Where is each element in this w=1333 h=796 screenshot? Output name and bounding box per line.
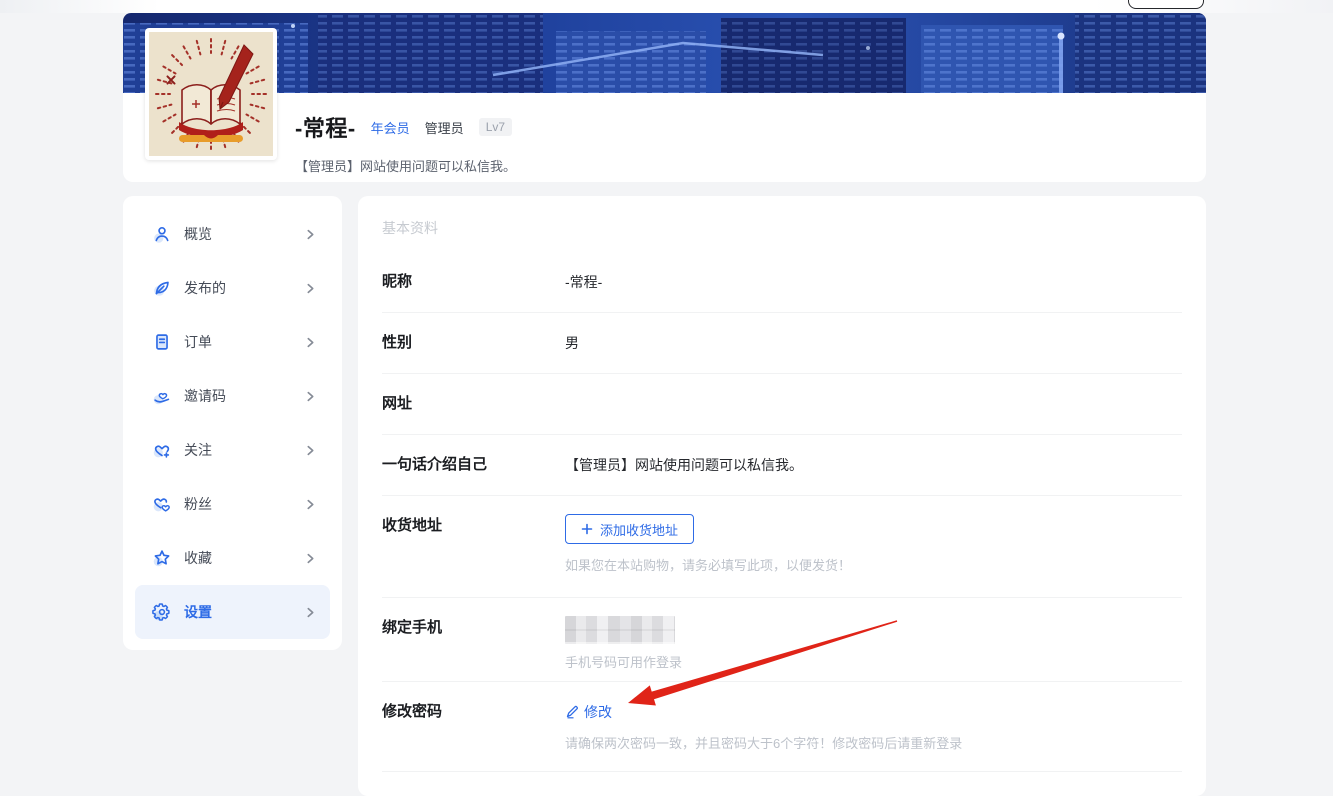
add-address-button-label: 添加收货地址 bbox=[600, 522, 679, 538]
sidebar-item-label: 关注 bbox=[184, 442, 212, 458]
chevron-right-icon bbox=[305, 553, 316, 564]
sidebar-item-label: 订单 bbox=[184, 334, 212, 350]
sidebar-item-invite-code[interactable]: 邀请码 bbox=[135, 369, 330, 423]
double-heart-icon bbox=[151, 493, 173, 515]
sidebar-item-label: 邀请码 bbox=[184, 388, 226, 404]
field-row-password: 修改密码 修改 请确保两次密码一致，并且密码大于6个字符！修改密码后请重新登录 bbox=[382, 682, 1182, 772]
pencil-icon bbox=[565, 705, 579, 719]
sidebar-item-fans[interactable]: 粉丝 bbox=[135, 477, 330, 531]
field-label: 收货地址 bbox=[382, 517, 443, 534]
order-icon bbox=[151, 331, 173, 353]
avatar bbox=[145, 28, 277, 160]
plus-icon bbox=[581, 523, 593, 535]
phone-hint: 手机号码可用作登录 bbox=[565, 655, 683, 670]
top-cutoff-button[interactable] bbox=[1128, 0, 1204, 9]
field-row-website: 网址 bbox=[382, 374, 1182, 435]
sidebar-item-label: 粉丝 bbox=[184, 496, 212, 512]
field-label: 绑定手机 bbox=[382, 619, 443, 636]
heart-plus-icon bbox=[151, 439, 173, 461]
field-row-nickname: 昵称 -常程- bbox=[382, 252, 1182, 313]
sidebar-item-settings[interactable]: 设置 bbox=[135, 585, 330, 639]
field-row-gender: 性别 男 bbox=[382, 313, 1182, 374]
field-label: 性别 bbox=[382, 334, 413, 351]
field-label: 网址 bbox=[382, 395, 413, 412]
section-title: 基本资料 bbox=[382, 220, 438, 236]
sidebar-item-posts[interactable]: 发布的 bbox=[135, 261, 330, 315]
user-bio: 【管理员】网站使用问题可以私信我。 bbox=[295, 159, 517, 174]
chevron-right-icon bbox=[305, 391, 316, 402]
sidebar-item-label: 收藏 bbox=[184, 550, 212, 566]
gender-value: 男 bbox=[565, 335, 579, 351]
chevron-right-icon bbox=[305, 607, 316, 618]
sidebar-item-label: 概览 bbox=[184, 226, 212, 242]
user-icon bbox=[151, 223, 173, 245]
field-row-intro: 一句话介绍自己 【管理员】网站使用问题可以私信我。 bbox=[382, 435, 1182, 496]
sidebar-item-following[interactable]: 关注 bbox=[135, 423, 330, 477]
sidebar-item-overview[interactable]: 概览 bbox=[135, 207, 330, 261]
profile-header-card: -常程- 年会员 管理员 Lv7 【管理员】网站使用问题可以私信我。 bbox=[123, 13, 1206, 182]
sidebar-item-orders[interactable]: 订单 bbox=[135, 315, 330, 369]
masked-phone-number bbox=[565, 616, 675, 644]
field-row-address: 收货地址 添加收货地址 如果您在本站购物，请务必填写此项，以便发货！ bbox=[382, 496, 1182, 598]
change-password-link-label: 修改 bbox=[584, 704, 612, 720]
chevron-right-icon bbox=[305, 499, 316, 510]
sidebar-item-favorites[interactable]: 收藏 bbox=[135, 531, 330, 585]
level-badge: Lv7 bbox=[478, 118, 513, 136]
add-address-button[interactable]: 添加收货地址 bbox=[565, 514, 695, 544]
field-label: 昵称 bbox=[382, 273, 413, 290]
annual-member-badge: 年会员 bbox=[370, 120, 410, 136]
gear-icon bbox=[151, 601, 173, 623]
chevron-right-icon bbox=[305, 445, 316, 456]
password-hint: 请确保两次密码一致，并且密码大于6个字符！修改密码后请重新登录 bbox=[565, 736, 963, 751]
intro-value: 【管理员】网站使用问题可以私信我。 bbox=[565, 457, 803, 473]
field-row-phone: 绑定手机 手机号码可用作登录 bbox=[382, 598, 1182, 682]
sidebar-item-label: 发布的 bbox=[184, 280, 226, 296]
chevron-right-icon bbox=[305, 337, 316, 348]
sidebar-item-label: 设置 bbox=[184, 604, 212, 620]
username: -常程- bbox=[295, 116, 356, 141]
settings-panel: 基本资料 昵称 -常程- 性别 男 网址 一句话介绍自己 【管理员】网站使用问题… bbox=[358, 196, 1206, 796]
profile-banner-image bbox=[123, 13, 1206, 93]
change-password-link[interactable]: 修改 bbox=[565, 700, 612, 724]
nickname-value: -常程- bbox=[565, 274, 603, 290]
chevron-right-icon bbox=[305, 229, 316, 240]
admin-badge: 管理员 bbox=[424, 120, 464, 136]
user-identity: -常程- 年会员 管理员 Lv7 bbox=[295, 111, 516, 143]
address-hint: 如果您在本站购物，请务必填写此项，以便发货！ bbox=[565, 558, 852, 573]
field-label: 一句话介绍自己 bbox=[382, 456, 488, 473]
sidebar: 概览 发布的 订单 邀请码 关注 粉丝 收藏 设置 bbox=[123, 196, 342, 650]
invite-code-icon bbox=[151, 385, 173, 407]
field-label: 修改密码 bbox=[382, 703, 443, 720]
feather-icon bbox=[151, 277, 173, 299]
star-icon bbox=[151, 547, 173, 569]
top-strip bbox=[0, 0, 1333, 13]
chevron-right-icon bbox=[305, 283, 316, 294]
profile-page: -常程- 年会员 管理员 Lv7 【管理员】网站使用问题可以私信我。 概览 发布… bbox=[123, 13, 1206, 796]
